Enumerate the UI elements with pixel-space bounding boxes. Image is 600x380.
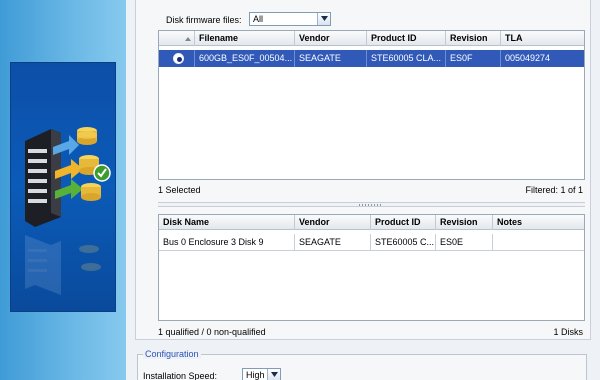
panel-splitter[interactable] (158, 202, 585, 207)
configuration-group: Configuration Installation Speed: High (137, 349, 587, 380)
cell-vendor: SEAGATE (295, 234, 371, 251)
cell-product-id: STE60005 CLA... (367, 50, 446, 67)
cell-revision: ES0E (436, 234, 493, 251)
installation-speed-value: High (246, 370, 265, 380)
firmware-filter-label: Disk firmware files: (166, 15, 242, 25)
table-row[interactable]: 600GB_ES0F_00504... SEAGATE STE60005 CLA… (159, 50, 584, 67)
firmware-selected-count: 1 Selected (158, 185, 201, 195)
column-header-tla[interactable]: TLA (501, 31, 584, 46)
cell-notes (493, 234, 584, 251)
disks-grid: Disk Name Vendor Product ID Revision Not… (158, 214, 585, 321)
configuration-legend: Configuration (143, 349, 201, 359)
column-header-revision[interactable]: Revision (436, 215, 493, 230)
row-radio-button[interactable] (173, 53, 184, 64)
grid-header: Disk Name Vendor Product ID Revision Not… (159, 215, 584, 230)
column-header-product-id[interactable]: Product ID (371, 215, 436, 230)
column-header-product-id[interactable]: Product ID (367, 31, 446, 46)
installation-speed-dropdown-button[interactable] (267, 369, 280, 380)
disk-count: 1 Disks (553, 327, 583, 337)
cell-disk-name: Bus 0 Enclosure 3 Disk 9 (159, 234, 295, 251)
column-header-vendor[interactable]: Vendor (295, 31, 367, 46)
disk-qualification-summary: 1 qualified / 0 non-qualified (158, 327, 266, 337)
column-header-filename[interactable]: Filename (195, 31, 295, 46)
column-header-select[interactable] (159, 31, 195, 46)
cell-vendor: SEAGATE (295, 50, 367, 67)
cell-filename: 600GB_ES0F_00504... (195, 50, 295, 67)
firmware-filtered-count: Filtered: 1 of 1 (525, 185, 583, 195)
row-select-cell[interactable] (159, 50, 195, 67)
installation-speed-label: Installation Speed: (143, 371, 218, 380)
firmware-filter-value: All (253, 14, 264, 24)
grid-header: Filename Vendor Product ID Revision TLA (159, 31, 584, 46)
splitter-grip-icon[interactable] (359, 204, 383, 206)
column-header-notes[interactable]: Notes (493, 215, 584, 230)
sort-ascending-icon (185, 37, 191, 41)
table-row[interactable]: Bus 0 Enclosure 3 Disk 9 SEAGATE STE6000… (159, 234, 584, 251)
installation-speed-dropdown[interactable]: High (242, 368, 281, 380)
wizard-content: Disk firmware files: All Filename Vendor… (126, 0, 600, 380)
chevron-down-icon (271, 372, 278, 377)
column-header-revision[interactable]: Revision (446, 31, 501, 46)
chevron-down-icon (321, 16, 328, 21)
column-header-disk-name[interactable]: Disk Name (159, 215, 295, 230)
firmware-filter-dropdown[interactable]: All (249, 12, 331, 26)
disk-firmware-panel: Disk firmware files: All Filename Vendor… (135, 0, 591, 340)
wizard-banner (10, 62, 116, 312)
server-disk-upgrade-icon (25, 127, 111, 295)
firmware-filter-dropdown-button[interactable] (317, 13, 330, 25)
cell-tla: 005049274 (505, 53, 551, 63)
cell-product-id: STE60005 C... (371, 234, 436, 251)
firmware-files-grid: Filename Vendor Product ID Revision TLA … (158, 30, 585, 180)
column-header-vendor[interactable]: Vendor (295, 215, 371, 230)
cell-revision: ES0F (446, 50, 501, 67)
